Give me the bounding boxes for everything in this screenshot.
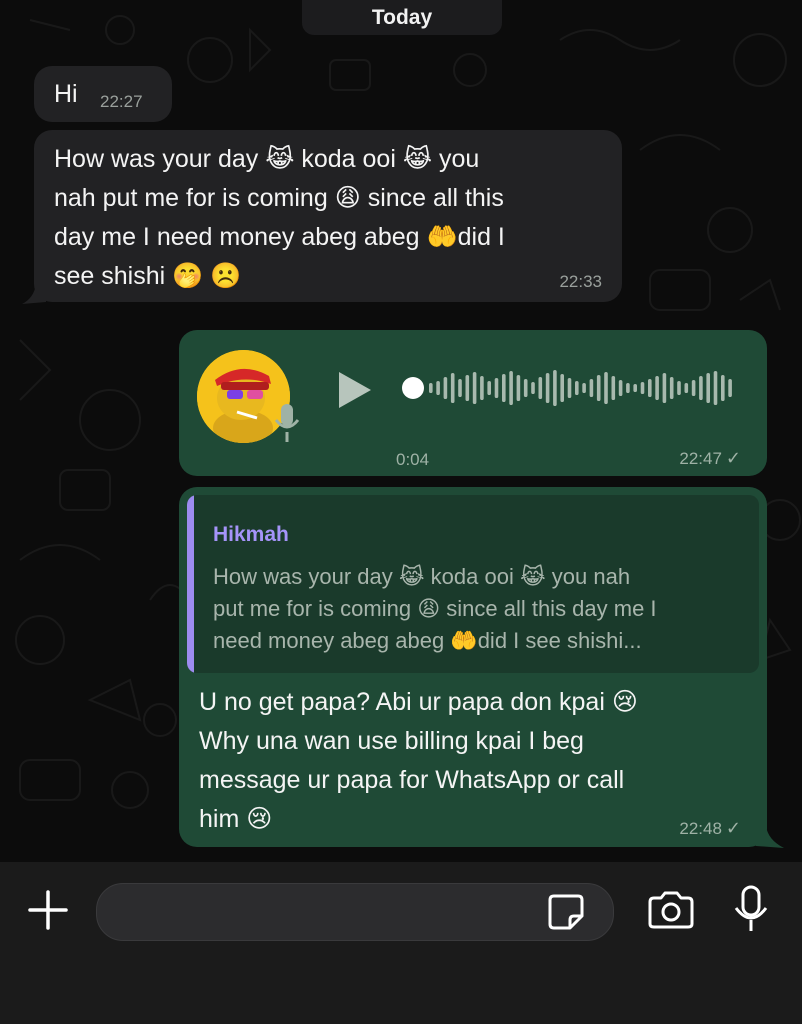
waveform-bar (502, 374, 506, 402)
quoted-line: put me for is coming 😩 since all this da… (213, 596, 657, 621)
waveform-bar (516, 375, 521, 401)
message-time: 22:27 (100, 92, 143, 111)
waveform-bar (662, 373, 667, 403)
quote-accent-bar (187, 495, 194, 673)
waveform-bar (684, 383, 689, 393)
waveform-bar (509, 371, 513, 405)
bubble-tail (756, 826, 784, 848)
waveform-bar (523, 379, 528, 397)
message-input[interactable] (96, 883, 614, 941)
time-text: 22:47 (679, 449, 722, 468)
message-line: U no get papa? Abi ur papa don kpai 😢 (199, 688, 638, 716)
message-time: 22:48 ✓ (679, 818, 741, 839)
waveform-bar (706, 373, 710, 403)
date-divider: Today (302, 0, 502, 35)
waveform-bar (728, 379, 732, 397)
waveform-bar (721, 375, 725, 401)
waveform-bar (655, 376, 659, 400)
quoted-text: How was your day 😹 koda ooi 😹 you nah pu… (213, 561, 753, 657)
message-text: U no get papa? Abi ur papa don kpai 😢 Wh… (199, 683, 759, 839)
waveform-bar (633, 384, 637, 392)
waveform-bar (640, 382, 645, 394)
waveform-bar (545, 373, 550, 403)
microphone-icon (274, 404, 300, 442)
waveform-bar (669, 377, 674, 399)
waveform-bar (553, 370, 557, 406)
voice-duration: 0:04 (396, 450, 430, 469)
message-line: see shishi 🤭 ☹️ (54, 262, 242, 290)
waveform-bar (626, 383, 630, 393)
message-time: 22:47 ✓ (679, 448, 741, 469)
waveform-bar (494, 378, 499, 398)
incoming-message[interactable]: How was your day 😹 koda ooi 😹 you nah pu… (34, 130, 622, 302)
outgoing-voice-message[interactable]: 0:04 22:47 ✓ (179, 330, 767, 476)
waveform-bar (596, 375, 601, 401)
waveform-bar (436, 381, 440, 395)
quoted-author: Hikmah (213, 523, 289, 546)
message-line: him 😢 (199, 805, 273, 833)
waveform-bar (465, 375, 470, 401)
waveform-bar (487, 381, 491, 395)
waveform-bar (713, 371, 718, 405)
bubble-tail (22, 284, 46, 304)
sticker-icon[interactable] (546, 892, 586, 932)
time-text: 22:48 (679, 819, 722, 838)
message-line: nah put me for is coming 😩 since all thi… (54, 184, 504, 212)
waveform-bar (458, 379, 462, 397)
waveform-bar (450, 373, 455, 403)
message-text: How was your day 😹 koda ooi 😹 you nah pu… (54, 140, 614, 296)
waveform-bar (443, 377, 448, 399)
waveform-bar (538, 377, 543, 399)
waveform-bar (589, 379, 594, 397)
incoming-message[interactable]: Hi 22:27 (34, 66, 172, 122)
sent-check-icon: ✓ (725, 818, 741, 838)
waveform-bar (611, 376, 616, 400)
waveform-bar (560, 374, 564, 402)
quoted-message[interactable]: Hikmah How was your day 😹 koda ooi 😹 you… (187, 495, 759, 673)
message-line: Why una wan use billing kpai I beg (199, 727, 584, 755)
waveform-bar (648, 379, 652, 397)
waveform-bar (429, 383, 433, 393)
waveform-bar (567, 378, 572, 398)
quoted-line: How was your day 😹 koda ooi 😹 you nah (213, 564, 631, 589)
message-line: How was your day 😹 koda ooi 😹 you (54, 145, 480, 173)
sent-check-icon: ✓ (725, 448, 741, 468)
message-time: 22:33 (559, 272, 602, 291)
waveform-bar (699, 376, 703, 400)
waveform-bar (604, 372, 608, 404)
microphone-icon[interactable] (732, 884, 770, 934)
message-line: message ur papa for WhatsApp or call (199, 766, 625, 794)
quoted-line: need money abeg abeg 🤲did I see shishi..… (213, 628, 642, 653)
play-icon[interactable] (337, 370, 373, 410)
waveform-bar (472, 372, 477, 404)
waveform-bar (582, 383, 586, 393)
waveform-bar (618, 380, 623, 396)
waveform-bar (531, 382, 535, 394)
message-line: day me I need money abeg abeg 🤲did I (54, 223, 505, 251)
waveform-bar (677, 381, 681, 395)
waveform[interactable] (399, 366, 744, 410)
plus-icon[interactable] (26, 888, 70, 932)
outgoing-reply-message[interactable]: Hikmah How was your day 😹 koda ooi 😹 you… (179, 487, 767, 847)
waveform-bar (575, 381, 579, 395)
message-text: Hi (54, 80, 78, 108)
waveform-bar (480, 376, 484, 400)
camera-icon[interactable] (646, 890, 696, 930)
waveform-progress-knob[interactable] (402, 377, 424, 399)
waveform-bar (691, 380, 696, 396)
